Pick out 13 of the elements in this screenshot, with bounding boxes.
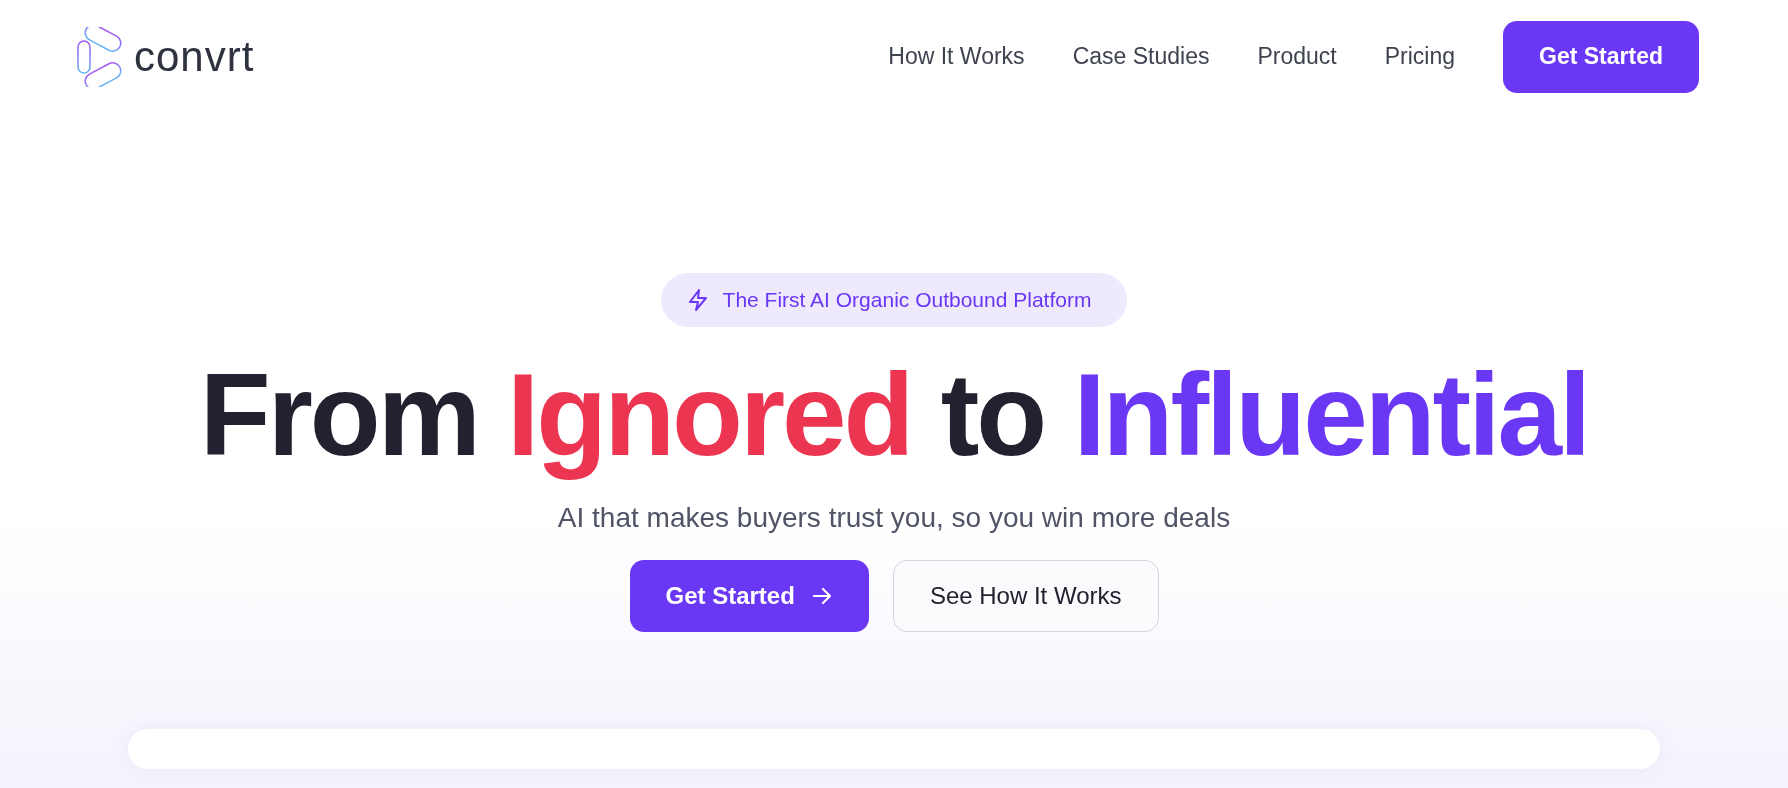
lightning-icon	[686, 288, 709, 312]
nav-link[interactable]: Case Studies	[1072, 43, 1210, 70]
get-started-button[interactable]: Get Started	[629, 560, 869, 633]
headline: From Ignored to Influential	[199, 349, 1589, 482]
subtitle: AI that makes buyers trust you, so you win more deals	[557, 502, 1231, 535]
nav-link[interactable]: Product	[1257, 43, 1337, 70]
get-started-button[interactable]: Get Started	[1503, 20, 1699, 93]
nav-link[interactable]: Pricing	[1384, 43, 1455, 70]
logo-icon	[76, 26, 124, 87]
logo-text[interactable]: convrt	[134, 32, 255, 81]
nav-link[interactable]: How It Works	[888, 43, 1025, 70]
tagline-text: The First AI Organic Outbound Platform	[722, 288, 1092, 312]
see-how-it-works-button[interactable]: See How It Works	[892, 560, 1159, 633]
